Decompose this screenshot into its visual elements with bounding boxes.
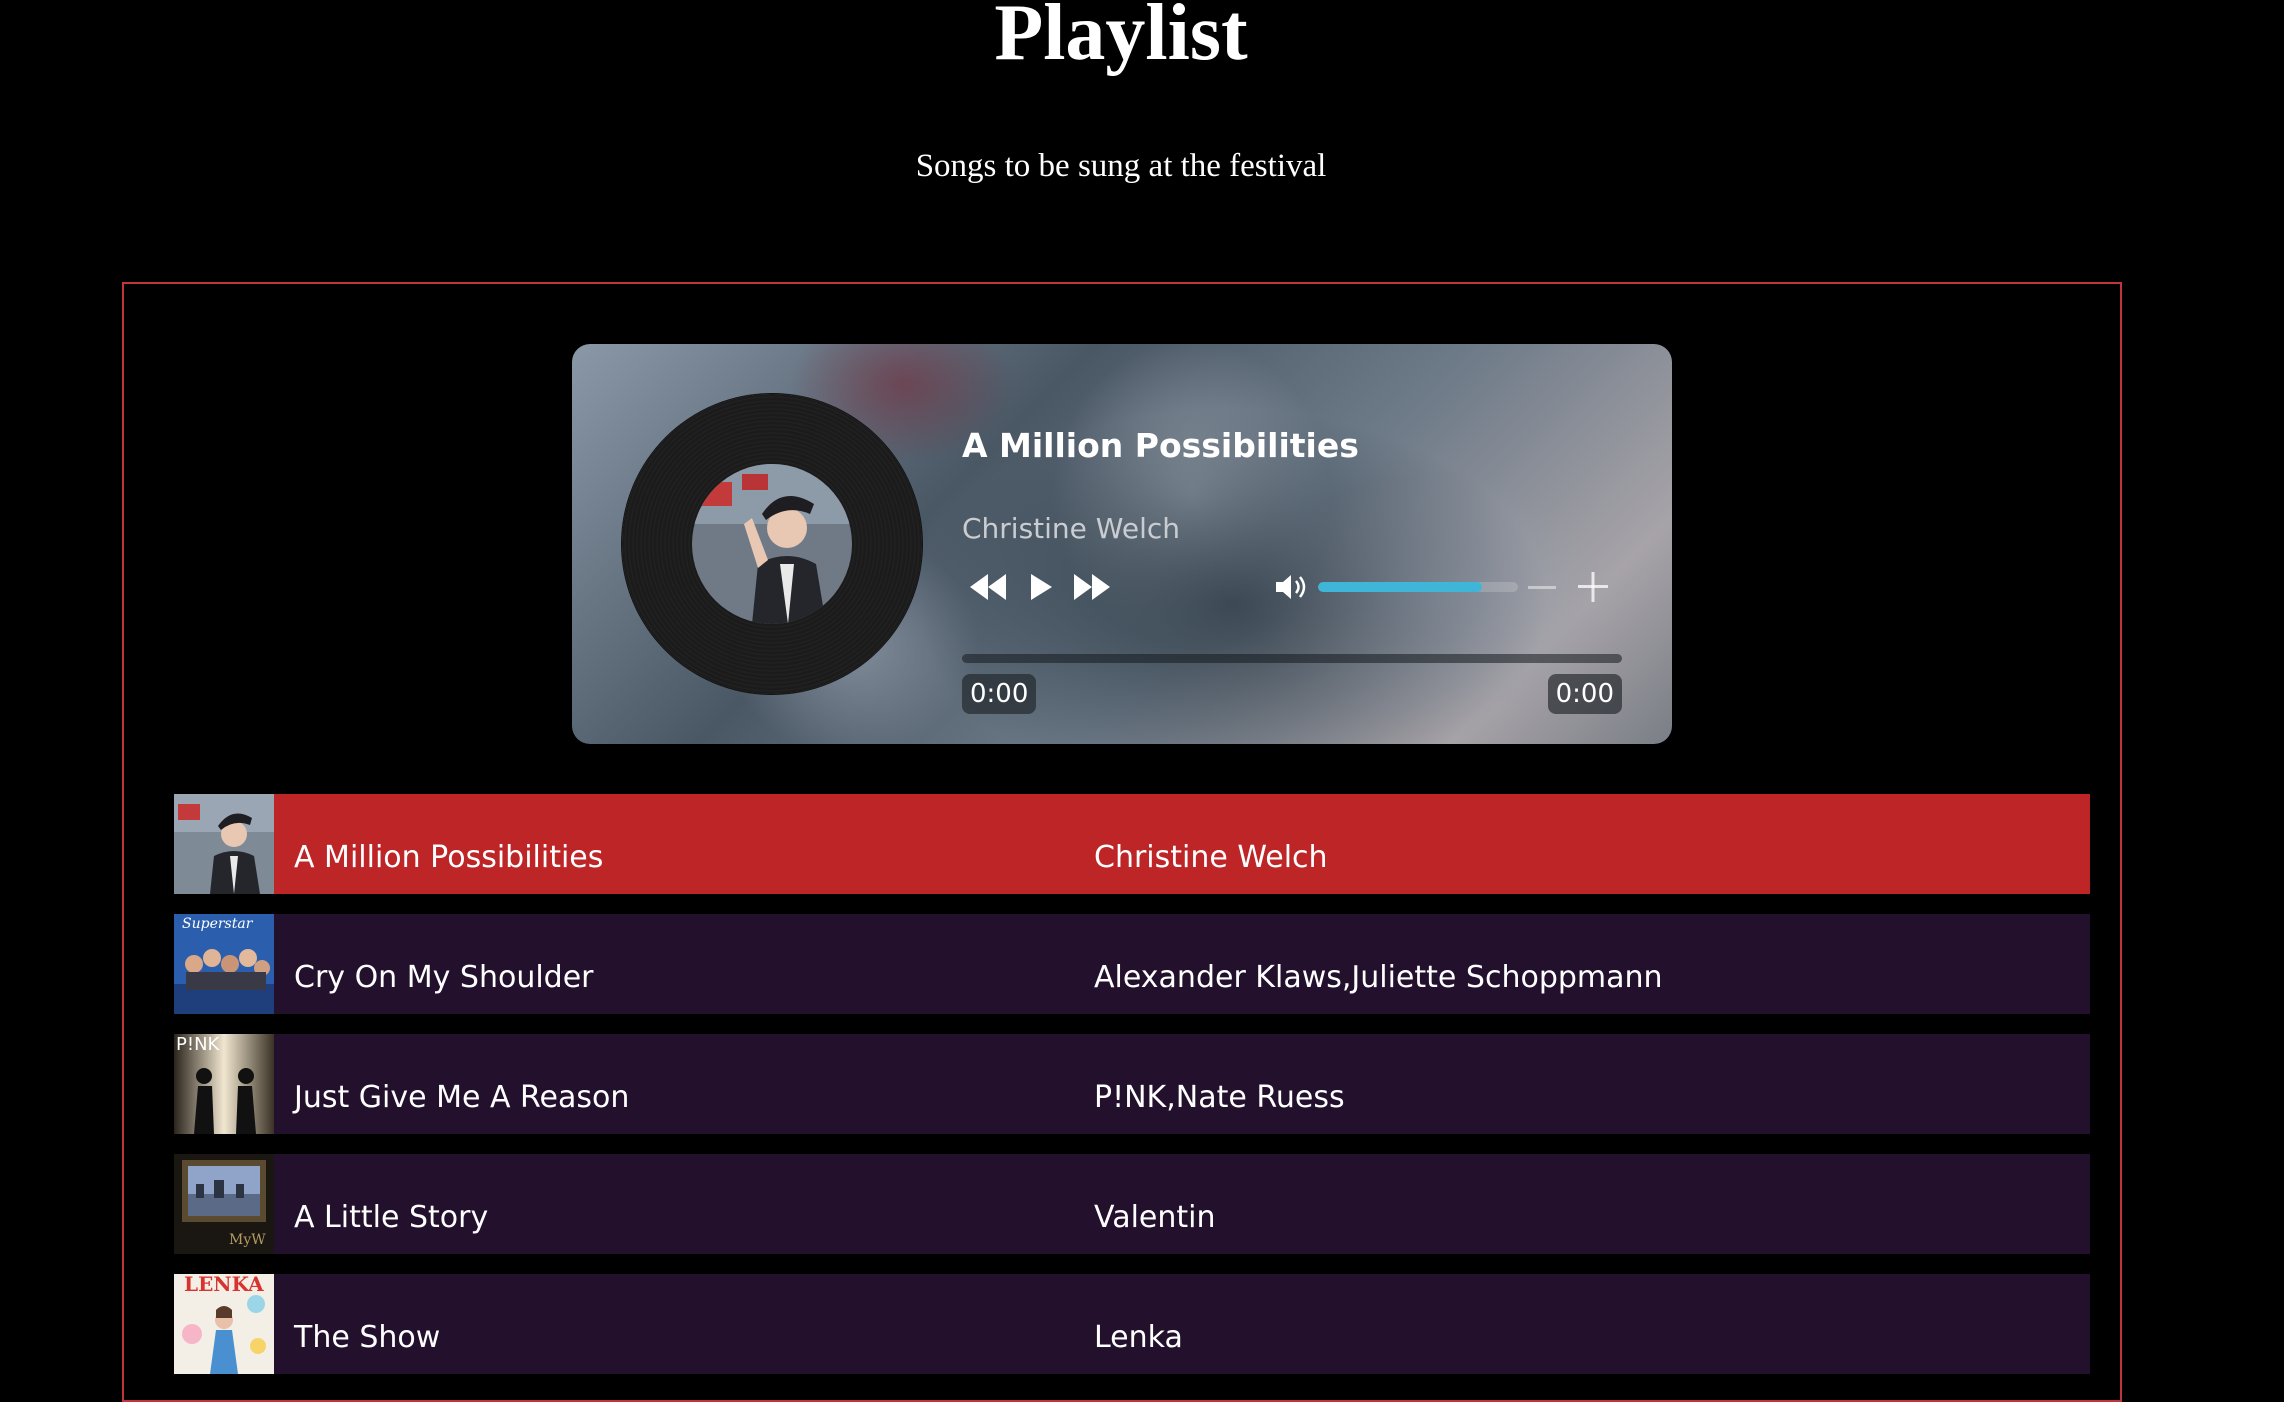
plus-icon[interactable] (1576, 570, 1610, 604)
song-title: The Show (294, 1320, 441, 1355)
song-thumbnail: P!NK (174, 1034, 274, 1134)
song-title: A Million Possibilities (294, 840, 604, 875)
song-row[interactable]: Superstar Cry On My Shoulder Alexander K… (174, 914, 2090, 1014)
music-player: A Million Possibilities Christine Welch … (572, 344, 1672, 744)
song-artist: Alexander Klaws,Juliette Schoppmann (1094, 960, 1663, 995)
volume-level (1318, 582, 1482, 592)
thumbnail-text: Superstar (182, 916, 253, 932)
fast-forward-icon[interactable] (1072, 572, 1112, 602)
song-artist: P!NK,Nate Ruess (1094, 1080, 1345, 1115)
page-subtitle: Songs to be sung at the festival (915, 148, 1327, 184)
current-time: 0:00 (962, 674, 1037, 714)
vinyl-record (622, 394, 922, 694)
song-title: Cry On My Shoulder (294, 960, 594, 995)
song-title: A Little Story (294, 1200, 489, 1235)
rewind-icon[interactable] (968, 572, 1008, 602)
now-playing-artist: Christine Welch (962, 512, 1180, 545)
song-thumbnail (174, 794, 274, 894)
duration-time: 0:00 (1547, 674, 1622, 714)
song-artist: Christine Welch (1094, 840, 1328, 875)
play-icon[interactable] (1028, 572, 1054, 602)
page-title: Playlist (994, 0, 1248, 77)
minus-icon[interactable] (1526, 572, 1558, 602)
song-title: Just Give Me A Reason (294, 1080, 630, 1115)
seek-bar[interactable] (962, 654, 1622, 663)
song-artist: Valentin (1094, 1200, 1216, 1235)
song-artist: Lenka (1094, 1320, 1183, 1355)
album-cover (692, 464, 852, 624)
thumbnail-text: LENKA (184, 1274, 264, 1296)
song-row[interactable]: LENKA The Show Lenka (174, 1274, 2090, 1374)
thumbnail-text: P!NK (176, 1034, 220, 1055)
song-row[interactable]: A Million Possibilities Christine Welch (174, 794, 2090, 894)
now-playing-title: A Million Possibilities (962, 426, 1359, 465)
song-thumbnail: MyW (174, 1154, 274, 1254)
song-thumbnail: Superstar (174, 914, 274, 1014)
volume-icon[interactable] (1274, 572, 1310, 602)
svg-text:MyW: MyW (229, 1232, 266, 1248)
volume-slider[interactable] (1318, 582, 1518, 592)
song-row[interactable]: MyW A Little Story Valentin (174, 1154, 2090, 1254)
song-list: A Million Possibilities Christine Welch … (174, 794, 2090, 1394)
song-row[interactable]: P!NK Just Give Me A Reason P!NK,Nate Rue… (174, 1034, 2090, 1134)
song-thumbnail: LENKA (174, 1274, 274, 1374)
